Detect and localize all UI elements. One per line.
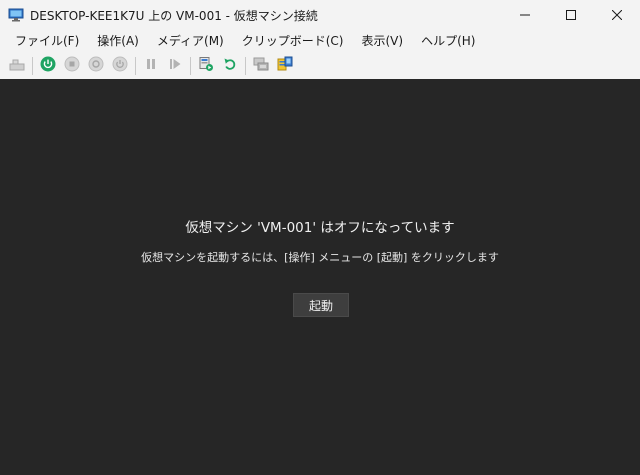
- pause-button[interactable]: [139, 55, 163, 77]
- checkpoint-icon: [198, 56, 214, 75]
- title-bar[interactable]: DESKTOP-KEE1K7U 上の VM-001 - 仮想マシン接続: [0, 0, 640, 30]
- share-button[interactable]: [273, 55, 297, 77]
- menu-help[interactable]: ヘルプ(H): [412, 30, 484, 52]
- menu-bar: ファイル(F) 操作(A) メディア(M) クリップボード(C) 表示(V) ヘ…: [0, 30, 640, 52]
- power-start-icon: [40, 56, 56, 75]
- vm-display-area[interactable]: 仮想マシン 'VM-001' はオフになっています 仮想マシンを起動するには、[…: [0, 79, 640, 475]
- close-button[interactable]: [594, 0, 640, 30]
- save-state-button[interactable]: [108, 55, 132, 77]
- vm-connect-icon: [8, 7, 24, 23]
- vm-start-instruction: 仮想マシンを起動するには、[操作] メニューの [起動] をクリックします: [141, 251, 499, 264]
- menu-view[interactable]: 表示(V): [353, 30, 413, 52]
- toolbar-separator: [190, 56, 191, 75]
- menu-action[interactable]: 操作(A): [88, 30, 148, 52]
- vm-connect-window: DESKTOP-KEE1K7U 上の VM-001 - 仮想マシン接続 ファイル…: [0, 0, 640, 475]
- minimize-button[interactable]: [502, 0, 548, 30]
- resume-button[interactable]: [163, 55, 187, 77]
- maximize-button[interactable]: [548, 0, 594, 30]
- turn-off-icon: [64, 56, 80, 75]
- toolbar-separator: [245, 56, 246, 75]
- revert-icon: [222, 56, 238, 75]
- shutdown-icon: [88, 56, 104, 75]
- start-button[interactable]: 起動: [293, 293, 349, 317]
- ctrl-alt-del-button[interactable]: [5, 55, 29, 77]
- resume-icon: [167, 56, 183, 75]
- start-toolbar-button[interactable]: [36, 55, 60, 77]
- window-controls: [502, 0, 640, 30]
- toolbar-separator: [135, 56, 136, 75]
- turn-off-button[interactable]: [60, 55, 84, 77]
- window-title: DESKTOP-KEE1K7U 上の VM-001 - 仮想マシン接続: [30, 8, 318, 23]
- toolbar: [0, 52, 640, 79]
- toolbar-separator: [32, 56, 33, 75]
- checkpoint-button[interactable]: [194, 55, 218, 77]
- save-state-icon: [112, 56, 128, 75]
- ctrl-alt-del-icon: [9, 56, 25, 75]
- shutdown-button[interactable]: [84, 55, 108, 77]
- menu-clipboard[interactable]: クリップボード(C): [233, 30, 353, 52]
- vm-off-message: 仮想マシン 'VM-001' はオフになっています: [185, 220, 455, 236]
- menu-media[interactable]: メディア(M): [148, 30, 233, 52]
- enhanced-session-icon: [253, 56, 269, 75]
- menu-file[interactable]: ファイル(F): [6, 30, 88, 52]
- share-icon: [277, 56, 293, 75]
- pause-icon: [143, 56, 159, 75]
- revert-button[interactable]: [218, 55, 242, 77]
- enhanced-session-button[interactable]: [249, 55, 273, 77]
